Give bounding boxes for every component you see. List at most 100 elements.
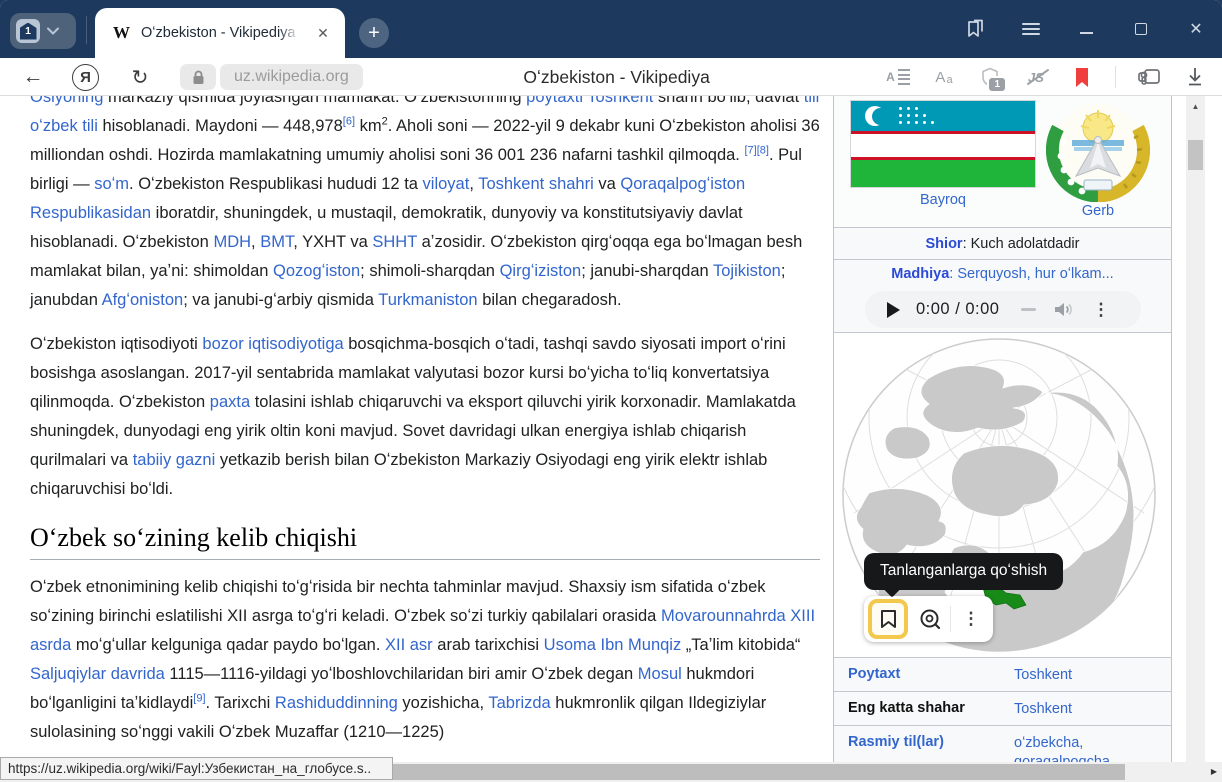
- minimize-icon[interactable]: [1072, 15, 1100, 43]
- reference-superscript[interactable]: [7][8]: [744, 145, 768, 157]
- motto-row: Shior: Kuch adolatdadir: [834, 228, 1171, 260]
- article-link[interactable]: [6]: [343, 116, 355, 128]
- seek-bar[interactable]: [1021, 308, 1036, 311]
- article-paragraph: Oʻzbek etnonimining kelib chiqishi toʻgʻ…: [30, 573, 820, 747]
- audio-time: 0:00 / 0:00: [916, 300, 999, 319]
- official-languages-label-link[interactable]: Rasmiy til(lar): [848, 734, 944, 750]
- motto-value: : Kuch adolatdadir: [963, 236, 1080, 252]
- tab-title-fade: [279, 20, 305, 46]
- infobox-images-row: Bayroq: [834, 96, 1171, 228]
- article-link[interactable]: Rashiduddinning: [275, 694, 398, 712]
- anthem-row: Madhiya: Serquyosh, hur oʻlkam... 0:00 /…: [834, 260, 1171, 333]
- location-map-row: Tanlanganlarga qoʻshish: [834, 333, 1171, 658]
- article-link[interactable]: [7][8]: [744, 145, 768, 157]
- article-link[interactable]: viloyat: [423, 175, 470, 193]
- article-link[interactable]: Qirgʻiziston: [500, 262, 582, 280]
- refresh-button[interactable]: ↻: [126, 58, 154, 96]
- article-link[interactable]: bozor iqtisodiyotiga: [202, 335, 343, 353]
- reference-superscript: 2: [382, 116, 388, 128]
- vertical-scrollbar[interactable]: ▲: [1186, 96, 1205, 762]
- close-window-icon[interactable]: ✕: [1182, 15, 1210, 43]
- toolbar: ← Я ↻ uz.wikipedia.org Oʻzbekiston - Vik…: [0, 58, 1222, 96]
- blocked-count-badge: 1: [987, 76, 1007, 93]
- article-link[interactable]: BMT: [260, 233, 293, 251]
- play-icon[interactable]: [887, 302, 900, 318]
- translate-icon[interactable]: A a: [931, 64, 957, 90]
- article-link[interactable]: SHHT: [372, 233, 417, 251]
- article-link[interactable]: Turkmaniston: [378, 291, 477, 309]
- largest-city-value-link[interactable]: Toshkent: [1014, 700, 1072, 719]
- address-bar[interactable]: uz.wikipedia.org: [220, 64, 363, 90]
- article-link[interactable]: Toshkent shahri: [478, 175, 594, 193]
- anthem-title-link[interactable]: : Serquyosh, hur oʻlkam...: [949, 266, 1113, 282]
- article-link[interactable]: tili oʻzbek tili: [30, 96, 819, 135]
- article-link[interactable]: Osiyoning: [30, 96, 103, 106]
- article-link[interactable]: poytaxti Toshkent: [526, 96, 653, 106]
- site-security-badge[interactable]: [180, 64, 216, 90]
- article-link[interactable]: Tojikiston: [713, 262, 781, 280]
- article-link[interactable]: Qozogʻiston: [273, 262, 360, 280]
- browser-window: 1 W Oʻzbekiston - Vikipediya ✕ +: [0, 0, 1222, 782]
- article-link[interactable]: XII asr: [385, 636, 433, 654]
- article-link[interactable]: Tabrizda: [488, 694, 550, 712]
- capital-value-link[interactable]: Toshkent: [1014, 666, 1072, 685]
- article-link[interactable]: Qoraqalpogʻiston Respublikasidan: [30, 175, 745, 222]
- yandex-home-icon[interactable]: Я: [72, 64, 99, 91]
- official-languages-value-link[interactable]: oʻzbekcha, qoraqalpoqcha: [1014, 734, 1110, 762]
- article-link[interactable]: [9]: [193, 693, 205, 705]
- bookmarks-panel-icon[interactable]: [962, 15, 990, 43]
- chevron-down-icon: [47, 27, 59, 35]
- menu-icon[interactable]: [1017, 15, 1045, 43]
- back-button[interactable]: ←: [20, 58, 46, 96]
- article-link[interactable]: Afgʻoniston: [102, 291, 184, 309]
- tab-group-badge: 1: [16, 19, 40, 43]
- url-text: uz.wikipedia.org: [234, 68, 349, 86]
- anthem-label-link[interactable]: Madhiya: [891, 266, 949, 282]
- reader-mode-icon[interactable]: A: [885, 64, 911, 90]
- titlebar: 1 W Oʻzbekiston - Vikipediya ✕ +: [0, 0, 1222, 58]
- article-link[interactable]: Mosul: [638, 665, 682, 683]
- article-link[interactable]: Saljuqiylar davrida: [30, 665, 165, 683]
- article-body: Osiyoning markaziy qismida joylashgan ma…: [30, 96, 820, 762]
- flag-caption-link[interactable]: Bayroq: [850, 192, 1036, 208]
- vertical-scrollbar-thumb[interactable]: [1188, 140, 1203, 170]
- lock-icon: [192, 70, 205, 85]
- tooltip-add-to-favorites: Tanlanganlarga qoʻshish: [864, 553, 1063, 590]
- toolbar-divider: [1115, 66, 1116, 88]
- javascript-disabled-icon[interactable]: JS: [1023, 64, 1049, 90]
- search-by-image-button[interactable]: [910, 599, 950, 639]
- passwords-key-icon[interactable]: [1136, 64, 1162, 90]
- capital-label-link[interactable]: Poytaxt: [848, 666, 900, 682]
- article-link[interactable]: paxta: [210, 393, 250, 411]
- new-tab-button[interactable]: +: [359, 18, 389, 48]
- image-more-menu[interactable]: ⋮: [951, 599, 991, 639]
- section-heading: Oʻzbek soʻzining kelib chiqishi: [30, 523, 820, 560]
- add-to-favorites-button[interactable]: [868, 599, 908, 639]
- tab-group-button[interactable]: 1: [10, 13, 76, 49]
- close-tab-icon[interactable]: ✕: [313, 23, 333, 43]
- motto-label-link[interactable]: Shior: [926, 236, 963, 252]
- tab-ozbekiston[interactable]: W Oʻzbekiston - Vikipediya ✕: [95, 8, 345, 58]
- scroll-up-icon[interactable]: ▲: [1186, 102, 1205, 111]
- audio-menu-icon[interactable]: ⋮: [1092, 300, 1109, 320]
- reference-superscript[interactable]: [9]: [193, 693, 205, 705]
- volume-icon[interactable]: [1054, 301, 1074, 318]
- maximize-icon[interactable]: [1127, 15, 1155, 43]
- uzbekistan-flag-image[interactable]: [850, 100, 1036, 188]
- protect-shield-icon[interactable]: 1: [977, 64, 1003, 90]
- article-link[interactable]: MDH: [213, 233, 251, 251]
- wikipedia-favicon: W: [113, 23, 130, 43]
- uzbekistan-emblem-image[interactable]: [1046, 98, 1150, 202]
- scroll-right-icon[interactable]: ▶: [1211, 767, 1217, 776]
- table-row: Poytaxt Toshkent: [834, 658, 1171, 692]
- page-content: Osiyoning markaziy qismida joylashgan ma…: [0, 96, 1222, 762]
- article-link[interactable]: tabiiy gazni: [133, 451, 216, 469]
- article-link[interactable]: soʻm: [94, 175, 129, 193]
- emblem-caption-link[interactable]: Gerb: [1046, 203, 1150, 219]
- article-paragraph: Osiyoning markaziy qismida joylashgan ma…: [30, 96, 820, 315]
- audio-player[interactable]: 0:00 / 0:00 ⋮: [865, 291, 1141, 328]
- bookmark-page-icon[interactable]: [1069, 64, 1095, 90]
- downloads-icon[interactable]: [1182, 64, 1208, 90]
- article-link[interactable]: Usoma Ibn Munqiz: [544, 636, 682, 654]
- reference-superscript[interactable]: [6]: [343, 116, 355, 128]
